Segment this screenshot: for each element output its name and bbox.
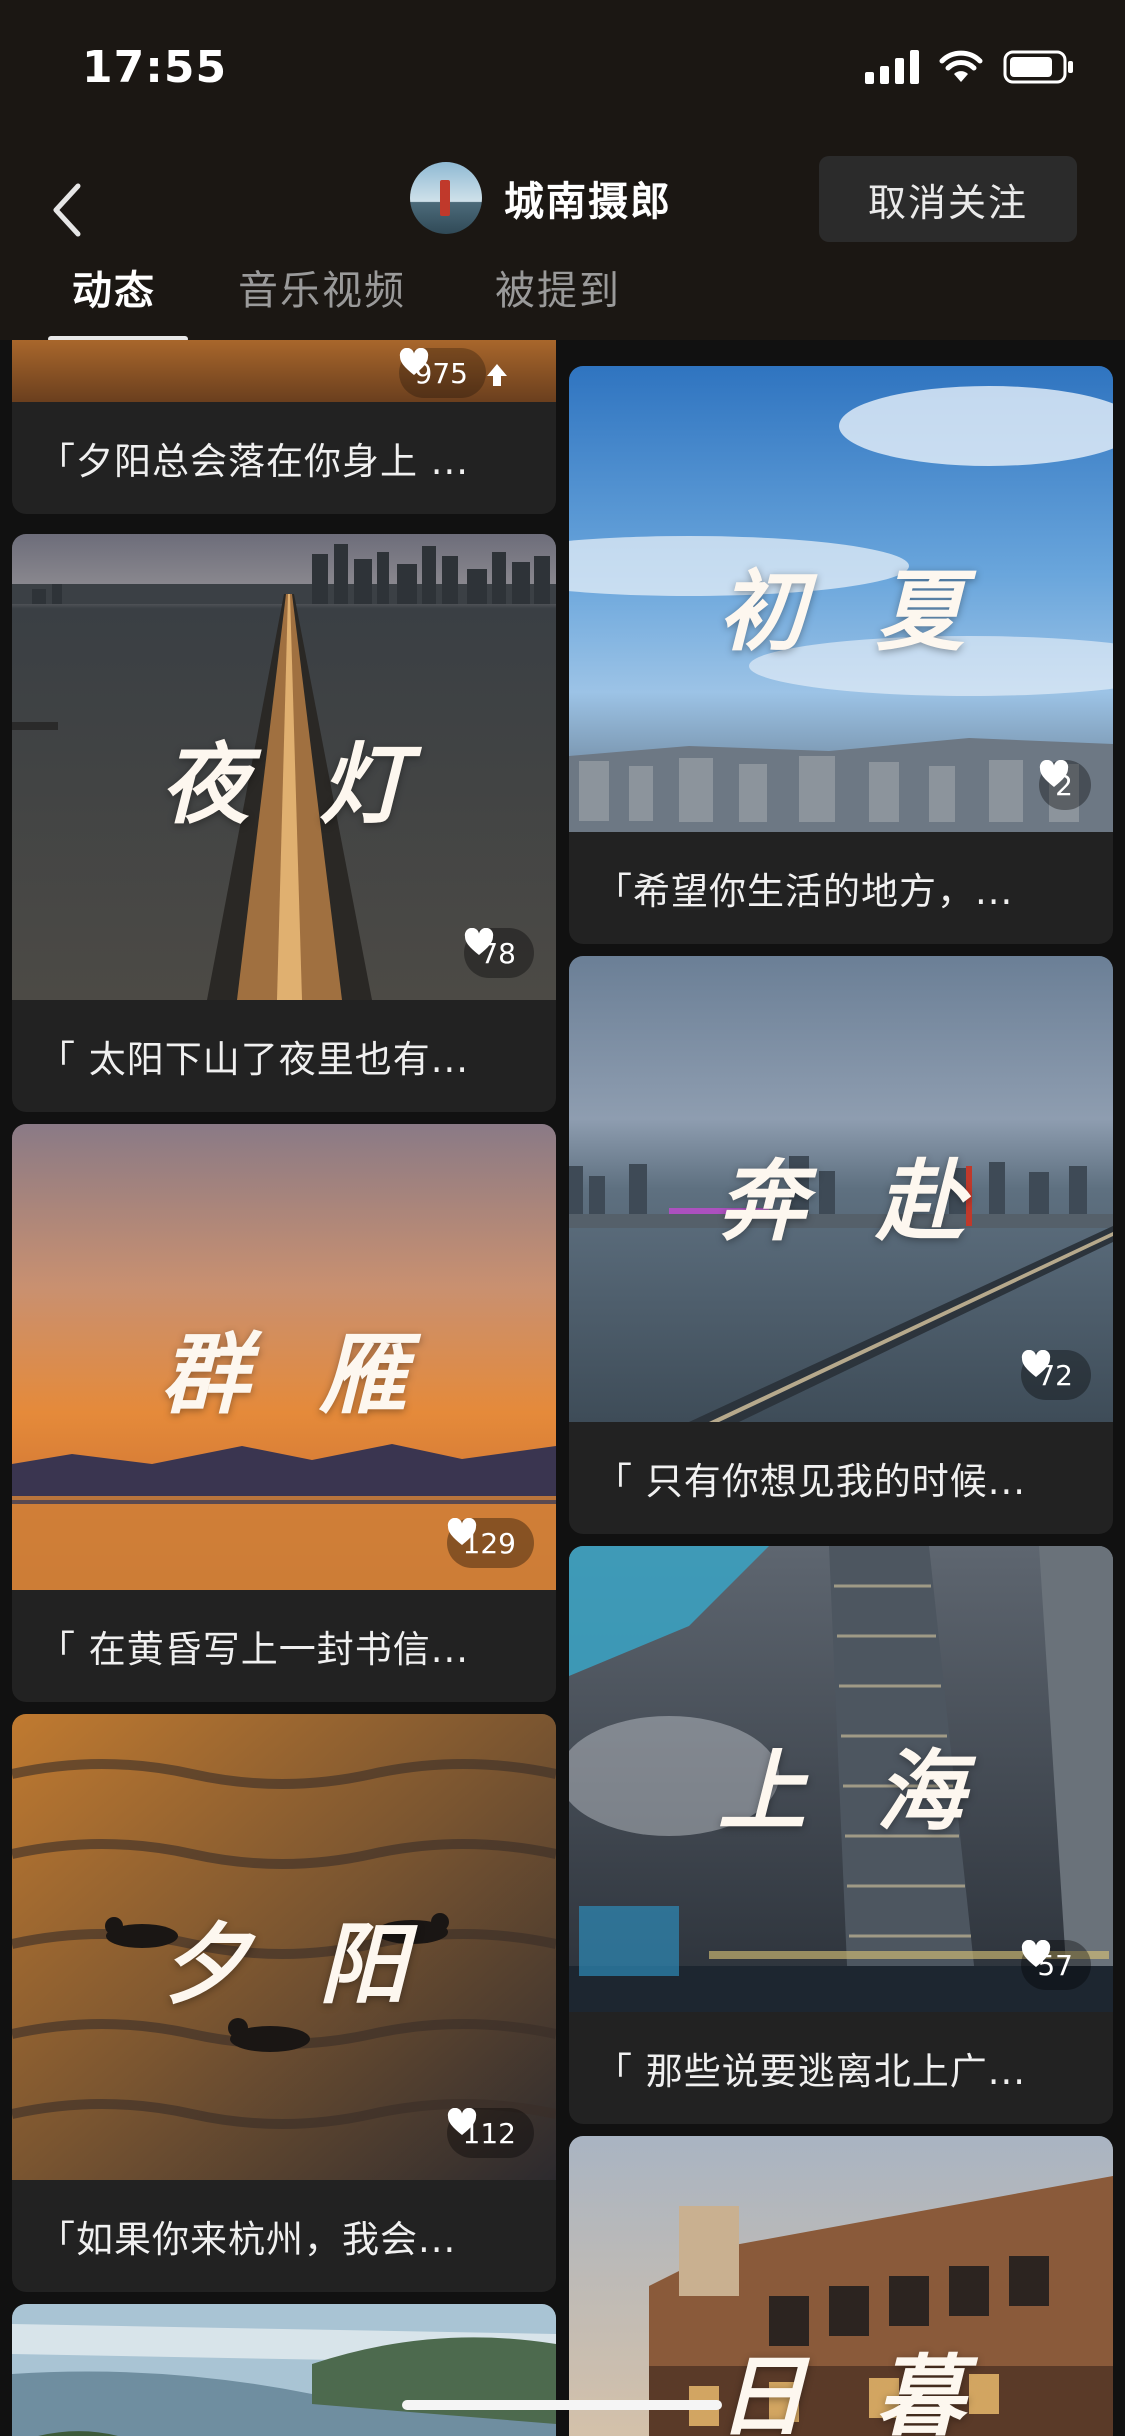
like-count-badge: 72 [1021,1350,1091,1400]
heart-icon [465,928,494,955]
like-count-badge: 2 [1039,760,1091,810]
heart-icon [399,348,428,375]
status-time: 17:55 [82,42,228,93]
post-thumbnail[interactable]: 夕阳 112 [12,1714,556,2180]
profile-header: 城南摄郎 取消关注 动态 音乐视频 被提到 [0,140,1125,342]
status-icons [865,50,1075,84]
like-count-badge: 57 [1021,1940,1091,1990]
post-overlay-title: 日暮 [717,2344,1034,2436]
post-caption: 「 只有你想见我的时候... [595,1460,1027,1503]
post-caption: 「希望你生活的地方，... [595,870,1014,913]
post-overlay-title: 群雁 [160,1322,477,1426]
like-count-badge: 129 [446,1518,534,1568]
post-card[interactable]: 群雁 129 「 在黄昏写上一封书信... [12,1124,556,1702]
heart-icon [447,1518,476,1545]
chevron-left-icon [53,183,81,237]
post-thumbnail[interactable]: 初夏 2 [569,366,1113,832]
unfollow-button[interactable]: 取消关注 [819,156,1077,242]
tab-mentioned[interactable]: 被提到 [495,258,621,316]
post-caption: 「 那些说要逃离北上广... [595,2050,1027,2093]
post-thumbnail[interactable]: 夜灯 78 [12,534,556,1000]
post-card[interactable]: 夕阳 112 「如果你来杭州，我会... [12,1714,556,2292]
avatar[interactable] [410,162,482,234]
post-caption: 「 太阳下山了夜里也有... [38,1038,470,1081]
battery-icon [1003,50,1075,84]
post-thumbnail[interactable]: 群雁 129 [12,1124,556,1590]
tab-music-videos[interactable]: 音乐视频 [238,258,406,316]
post-card[interactable]: 奔赴 72 「 只有你想见我的时候... [569,956,1113,1534]
post-card[interactable] [12,2304,556,2436]
status-bar: 17:55 [0,0,1125,140]
post-thumbnail[interactable]: 奔赴 72 [569,956,1113,1422]
heart-icon [1022,1940,1051,1967]
heart-icon [447,2108,476,2135]
post-thumbnail[interactable] [12,2304,556,2436]
post-overlay-title: 上海 [717,1739,1034,1843]
post-thumbnail[interactable]: 上海 57 [569,1546,1113,2012]
post-card[interactable]: 夜灯 78 「 太阳下山了夜里也有... [12,534,556,1112]
post-card[interactable]: 日暮 [569,2136,1113,2436]
cellular-signal-icon [865,50,919,84]
like-count-badge: 78 [464,928,534,978]
tab-moments[interactable]: 动态 [72,258,156,316]
profile-info[interactable]: 城南摄郎 [410,162,672,234]
post-caption: 「如果你来杭州，我会... [38,2218,457,2261]
post-feed[interactable]: 975 「夕阳总会落在你身上 ... 夜灯 78 「 太阳下山了夜里也有... … [0,340,1125,2436]
post-caption: 「夕阳总会落在你身上 ... [38,440,470,483]
post-thumbnail[interactable]: 日暮 [569,2136,1113,2436]
post-overlay-title: 初夏 [717,559,1034,663]
post-card[interactable]: 上海 57 「 那些说要逃离北上广... [569,1546,1113,2124]
back-button[interactable] [42,170,92,250]
heart-icon [1022,1350,1051,1377]
post-card[interactable]: 975 「夕阳总会落在你身上 ... [12,340,556,514]
post-overlay-title: 夕阳 [160,1912,477,2016]
upload-icon[interactable] [482,360,512,390]
post-overlay-title: 夜灯 [160,732,477,836]
post-caption: 「 在黄昏写上一封书信... [38,1628,470,1671]
like-count-badge: 975 [398,348,486,398]
tab-bar: 动态 音乐视频 被提到 [0,258,1125,340]
wifi-icon [939,50,983,84]
profile-name: 城南摄郎 [504,179,672,225]
post-thumbnail[interactable]: 975 [12,340,556,402]
heart-icon [1040,760,1069,787]
home-indicator[interactable] [402,2400,722,2410]
post-card[interactable]: 初夏 2 「希望你生活的地方，... [569,366,1113,944]
like-count-badge: 112 [446,2108,534,2158]
post-overlay-title: 奔赴 [717,1149,1034,1253]
